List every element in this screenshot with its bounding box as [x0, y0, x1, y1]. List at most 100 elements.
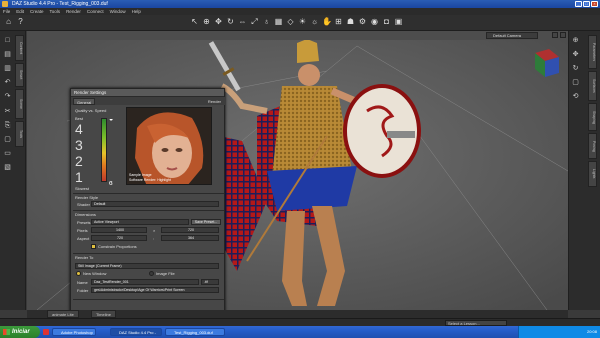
tab-lights[interactable]: Lights — [588, 161, 597, 187]
open-icon[interactable]: ▤ — [3, 50, 12, 59]
tab-shaping[interactable]: Shaping — [588, 103, 597, 131]
render-to-select[interactable]: Still Image (Current Frame) — [75, 263, 219, 269]
shader-label: Shader — [77, 202, 90, 207]
menu-connect[interactable]: Connect — [87, 8, 104, 15]
colon-sign: : — [153, 236, 155, 241]
zoom-icon[interactable]: ⊕ — [571, 36, 580, 45]
tab-parameters[interactable]: Parameters — [588, 35, 597, 69]
render-icon[interactable]: ◉ — [370, 17, 379, 26]
folder-path-field[interactable]: ges\Administrador\Desktop\Age Of Warrior… — [91, 287, 219, 293]
menu-file[interactable]: File — [3, 8, 10, 15]
scale-tool-icon[interactable]: ⤢ — [250, 17, 259, 26]
new-icon[interactable]: □ — [3, 36, 12, 45]
quality-level-1[interactable]: 1 — [75, 169, 83, 185]
render-button[interactable]: Render — [204, 98, 224, 105]
preview-caption-line-2: Software Render: Highlight — [129, 177, 171, 182]
menu-tools[interactable]: Tools — [50, 8, 61, 15]
system-tray: 20:08 — [518, 326, 600, 338]
delete-icon[interactable]: ▭ — [3, 149, 12, 158]
surface-tool-icon[interactable]: ▦ — [274, 17, 283, 26]
light-icon[interactable]: ☼ — [310, 17, 319, 26]
height-field[interactable]: 720 — [161, 227, 219, 233]
rotate-tool-icon[interactable]: ↻ — [226, 17, 235, 26]
tab-content-library[interactable]: Content — [15, 35, 24, 61]
save-icon[interactable]: ▥ — [3, 64, 12, 73]
pixels-label: Pixels — [77, 228, 88, 233]
tab-scene[interactable]: Scene — [15, 89, 24, 119]
maximize-button[interactable]: □ — [583, 1, 590, 7]
copy-icon[interactable]: ⎘ — [3, 121, 12, 130]
viewport-drawstyle-icon[interactable] — [552, 32, 558, 38]
figure-tool-icon[interactable]: ✋ — [322, 17, 332, 26]
orbit-icon[interactable]: ↻ — [571, 64, 580, 73]
image-file-label: Image File — [156, 271, 175, 276]
reset-view-icon[interactable]: ⟲ — [571, 92, 580, 101]
taskbar-document[interactable]: Test_Rigging_003.duf — [165, 328, 225, 336]
tab-surfaces[interactable]: Surfaces — [588, 71, 597, 101]
frame-icon[interactable]: ▢ — [571, 78, 580, 87]
camera-selector[interactable]: Default Camera — [486, 32, 538, 39]
quality-slowest-label: Slowest — [75, 186, 90, 191]
tab-smart-content[interactable]: Smart — [15, 63, 24, 87]
menu-create[interactable]: Create — [30, 8, 44, 15]
menu-render[interactable]: Render — [66, 8, 81, 15]
camera-icon[interactable]: ◘ — [382, 17, 391, 26]
viewport-options-icon[interactable] — [560, 32, 566, 38]
save-preset-button[interactable]: Save Preset... — [191, 219, 221, 225]
app-icon — [2, 1, 8, 7]
new-window-radio[interactable] — [76, 271, 81, 276]
spotlight-icon[interactable]: ☀ — [298, 17, 307, 26]
tab-timeline[interactable]: Timeline — [91, 310, 116, 318]
3d-viewport[interactable]: Default Camera Render Settings General R… — [27, 31, 568, 310]
joint-editor-icon[interactable]: ♁ — [262, 17, 271, 26]
tab-animate-lite[interactable]: animate Lite — [47, 310, 79, 318]
render-preview-icon[interactable]: ▧ — [3, 163, 12, 172]
fullscreen-icon[interactable]: ▣ — [394, 17, 403, 26]
aspect-height-field[interactable]: 364 — [161, 235, 219, 241]
new-scene-icon[interactable]: ⌂ — [4, 17, 13, 26]
quality-level-4[interactable]: 4 — [75, 121, 83, 137]
node-select-icon[interactable]: ⊕ — [202, 17, 211, 26]
aspect-width-field[interactable]: 720 — [91, 235, 147, 241]
windows-logo-icon — [3, 329, 10, 335]
align-tool-icon[interactable]: ⊞ — [334, 17, 343, 26]
quality-level-2[interactable]: 2 — [75, 153, 83, 169]
minimize-button[interactable]: _ — [575, 1, 582, 7]
pose-tool-icon[interactable]: ☗ — [346, 17, 355, 26]
translate-tool-icon[interactable]: ⇔ — [238, 17, 247, 26]
select-tool-icon[interactable]: ↖ — [190, 17, 199, 26]
tab-tool-settings[interactable]: Tools — [15, 121, 24, 147]
shader-select[interactable]: Default — [91, 201, 219, 207]
help-icon[interactable]: ? — [16, 17, 25, 26]
geometry-tool-icon[interactable]: ◇ — [286, 17, 295, 26]
universal-tool-icon[interactable]: ✥ — [214, 17, 223, 26]
quality-level-3[interactable]: 3 — [75, 137, 83, 153]
preset-select[interactable]: Active Viewport — [91, 219, 189, 225]
image-file-radio[interactable] — [149, 271, 154, 276]
taskbar-daz-studio[interactable]: DAZ Studio 4.4 Pro - — [110, 328, 162, 336]
tab-general[interactable]: General — [73, 98, 96, 105]
quicklaunch-icon[interactable] — [43, 329, 49, 335]
redo-icon[interactable]: ↷ — [3, 92, 12, 101]
start-button[interactable]: Iniciar — [0, 326, 40, 338]
pan-icon[interactable]: ✥ — [571, 50, 580, 59]
render-settings-icon[interactable]: ⚙ — [358, 17, 367, 26]
quality-slider[interactable] — [101, 118, 107, 182]
rabbit-icon: ɞ — [109, 180, 113, 187]
menu-edit[interactable]: Edit — [16, 8, 24, 15]
taskbar-photoshop[interactable]: Adobe Photoshop — [52, 328, 96, 336]
start-label: Iniciar — [12, 329, 30, 335]
cut-icon[interactable]: ✂ — [3, 107, 12, 116]
constrain-proportions-checkbox[interactable] — [91, 244, 96, 249]
menu-help[interactable]: Help — [132, 8, 141, 15]
width-field[interactable]: 1400 — [91, 227, 147, 233]
paste-icon[interactable]: ▢ — [3, 135, 12, 144]
menu-window[interactable]: Window — [110, 8, 126, 15]
undo-icon[interactable]: ↶ — [3, 78, 12, 87]
file-extension-select[interactable]: .tif — [201, 279, 219, 285]
tab-posing[interactable]: Posing — [588, 133, 597, 159]
filename-field[interactable]: Daz_TestRender_001 — [91, 279, 199, 285]
viewport-controls — [552, 32, 566, 38]
close-button[interactable]: × — [591, 1, 598, 7]
window-controls: _ □ × — [575, 1, 598, 7]
